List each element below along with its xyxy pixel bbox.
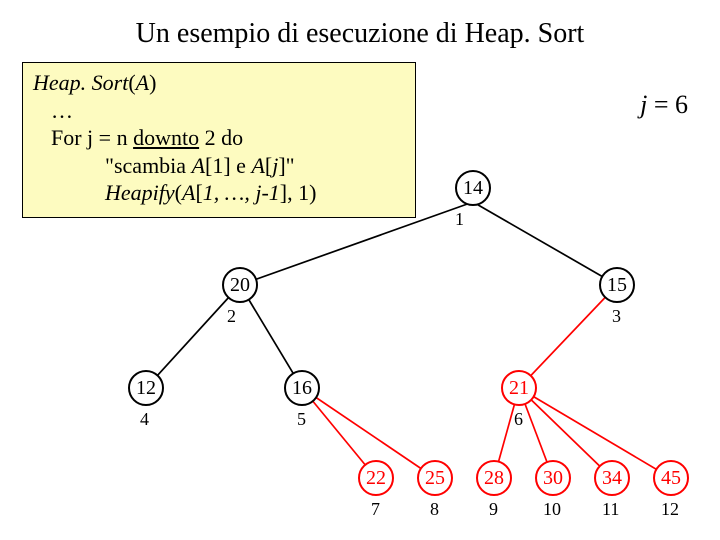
tree-edges bbox=[0, 0, 720, 540]
